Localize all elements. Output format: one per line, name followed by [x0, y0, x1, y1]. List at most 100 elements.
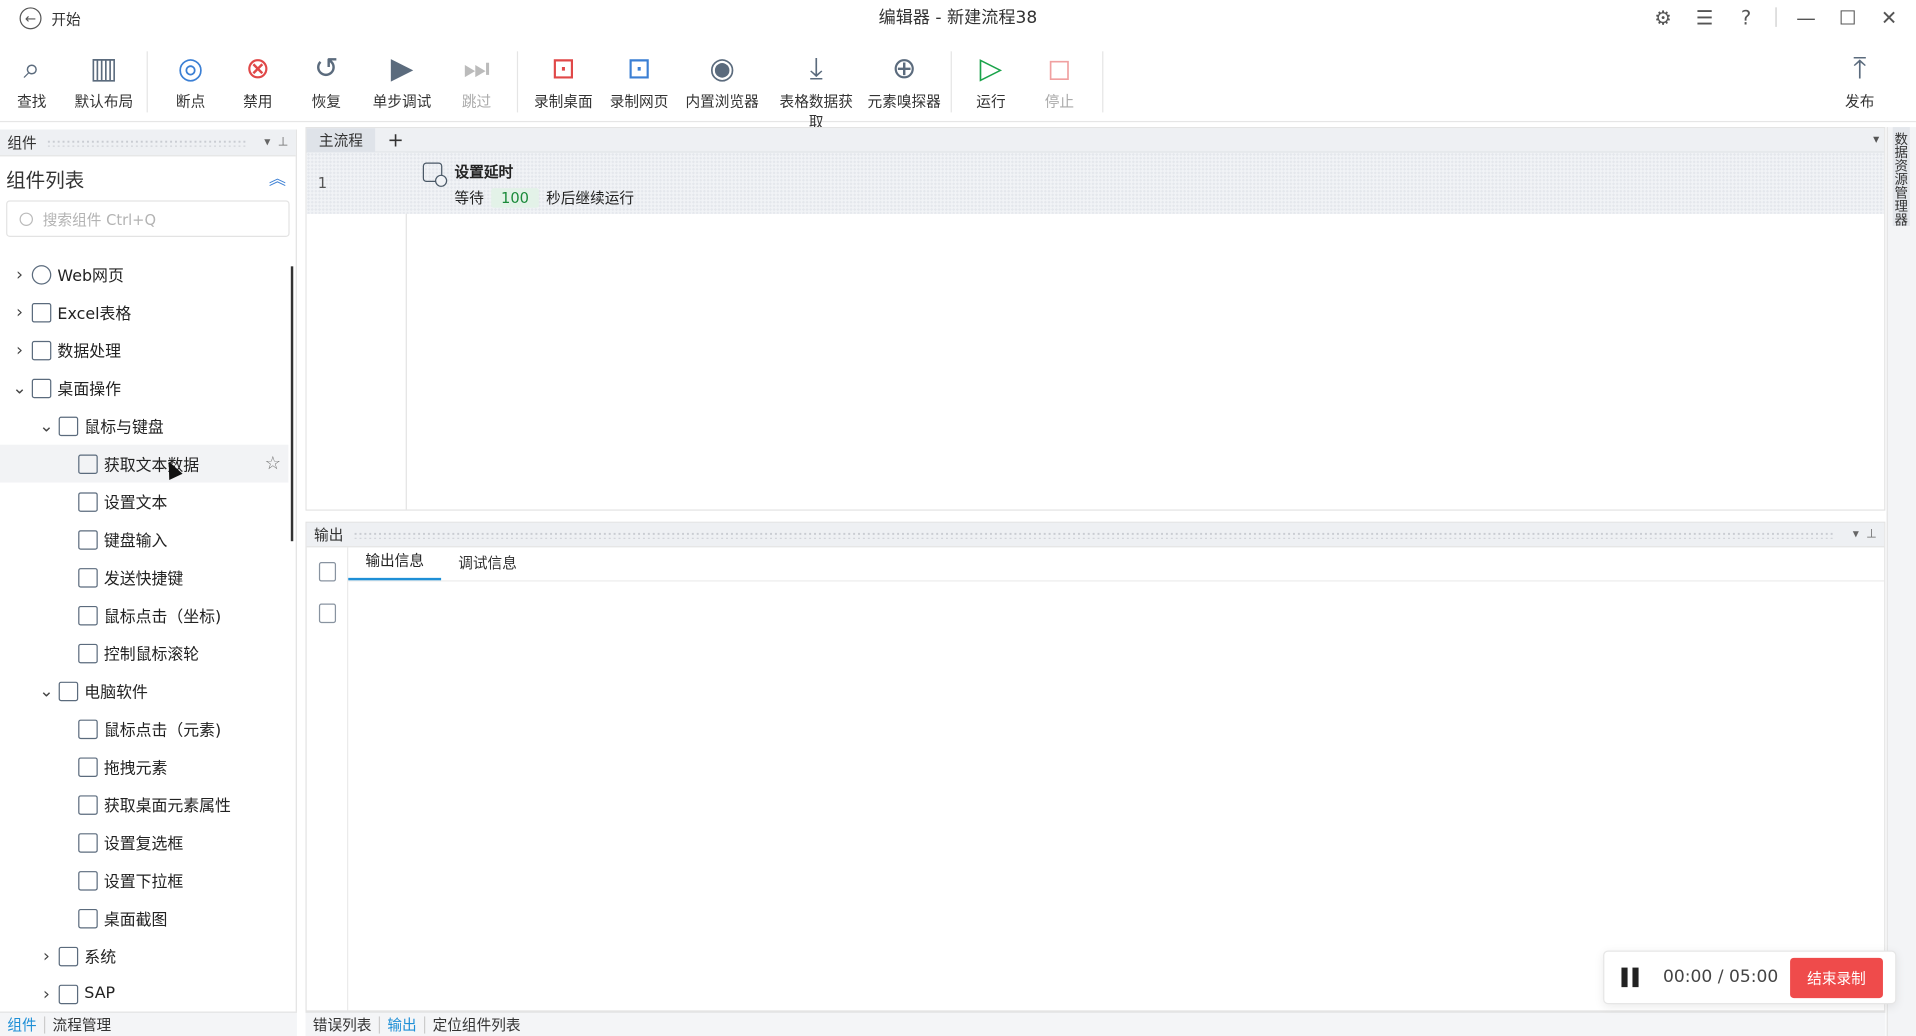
close-icon[interactable]: ✕ [1877, 5, 1901, 29]
output-sidebar [307, 547, 349, 1011]
component-list-label: 组件列表 [6, 168, 85, 192]
flow-step-row[interactable]: 1 设置延时 等待 100 秒后继续运行 [306, 152, 1885, 214]
tree-item[interactable]: 控制鼠标滚轮 [0, 634, 288, 672]
component-icon [78, 491, 98, 512]
tab-output-0[interactable]: 输出信息 [348, 550, 442, 581]
toolbar-stop-label: 停止 [1044, 92, 1075, 110]
tree-item[interactable]: › Excel表格 [0, 293, 288, 331]
play-icon: ▷ [979, 51, 1003, 86]
editor-tabs: 主流程 + ▾ [306, 127, 1885, 153]
chevron-down-icon[interactable]: ▾ [264, 136, 270, 149]
output-bottom-tabs: 错误列表 输出 定位组件列表 [305, 1011, 1886, 1036]
tree-item[interactable]: ⌄ 桌面操作 [0, 369, 288, 407]
drag-grip[interactable] [46, 138, 248, 146]
chevron-down-icon[interactable]: ▾ [1873, 133, 1879, 146]
chevron-down-icon[interactable]: ⌄ [39, 681, 54, 701]
tree-item[interactable]: 设置下拉框 [0, 861, 288, 899]
favorite-star-icon[interactable]: ☆ [265, 452, 281, 474]
toolbar-stop-button[interactable]: ◻ 停止 [1020, 51, 1098, 111]
tab-left-bottom-1[interactable]: 流程管理 [45, 1012, 118, 1036]
tree-item[interactable]: 鼠标点击（元素) [0, 710, 288, 748]
chevron-right-icon[interactable]: › [12, 264, 27, 284]
toolbar-divider [146, 51, 148, 113]
export-log-icon[interactable] [318, 561, 336, 582]
tree-item[interactable]: › 系统 [0, 937, 288, 975]
toolbar-layout-button[interactable]: ▥ 默认布局 [65, 51, 143, 111]
tree-item[interactable]: 发送快捷键 [0, 558, 288, 596]
chevron-down-icon[interactable]: ⌄ [12, 378, 27, 398]
sliders-icon[interactable]: ☰ [1692, 5, 1716, 29]
tree-item[interactable]: ⌄ 电脑软件 [0, 672, 288, 710]
tree-item[interactable]: 设置复选框 [0, 823, 288, 861]
tree-item[interactable]: › Web网页 [0, 255, 288, 293]
chevron-down-icon[interactable]: ⌄ [39, 416, 54, 436]
pin-icon[interactable]: ⊥ [1866, 528, 1877, 541]
chevron-right-icon[interactable]: › [39, 946, 54, 966]
tab-left-bottom-0[interactable]: 组件 [0, 1012, 44, 1036]
recording-widget: 00:00 / 05:00 结束录制 [1603, 950, 1897, 1005]
tree-item[interactable]: 桌面截图 [0, 899, 288, 937]
toolbar-skip-button[interactable]: ⏭ 跳过 [437, 51, 515, 111]
toolbar-step-button[interactable]: ▶ 单步调试 [363, 51, 441, 111]
chevron-right-icon[interactable]: › [12, 340, 27, 360]
tree-item[interactable]: 设置文本 [0, 483, 288, 521]
tree-item[interactable]: 键盘输入 [0, 520, 288, 558]
output-header-label: 输出 [314, 526, 344, 544]
minimize-icon[interactable]: — [1794, 5, 1818, 29]
tree-item-label: SAP [84, 984, 116, 1004]
add-tab-icon[interactable]: + [387, 128, 403, 151]
toolbar-layout-label: 默认布局 [74, 92, 134, 110]
delay-value[interactable]: 100 [491, 187, 539, 208]
tree-item-label: Web网页 [57, 267, 124, 286]
toolbar-run-button[interactable]: ▷ 运行 [952, 51, 1030, 111]
trash-icon[interactable] [318, 603, 336, 624]
tab-output-1[interactable]: 调试信息 [441, 552, 534, 580]
data-resource-manager-tab[interactable]: 数据资源管理器 [1892, 127, 1910, 227]
search-placeholder: 搜索组件 Ctrl+Q [42, 210, 157, 228]
toolbar-publish-button[interactable]: ⤒ 发布 [1821, 51, 1899, 111]
toolbar-table-button[interactable]: ⤓ 表格数据获取 [777, 51, 855, 132]
tree-item-label: 设置下拉框 [103, 873, 184, 892]
component-icon [78, 832, 98, 853]
chevron-right-icon[interactable]: › [12, 302, 27, 322]
tab-main-flow[interactable]: 主流程 [306, 127, 376, 153]
settings-gear-icon[interactable]: ⚙ [1651, 5, 1675, 29]
tree-item[interactable]: › SAP [0, 975, 288, 1013]
help-icon[interactable]: ? [1734, 5, 1758, 29]
output-panel-header: 输出 ▾ ⊥ [306, 522, 1885, 548]
toolbar-run-label: 运行 [976, 92, 1006, 110]
tab-output-bottom-2[interactable]: 定位组件列表 [425, 1012, 528, 1036]
component-icon [78, 908, 98, 928]
component-icon [78, 567, 98, 588]
right-side-rail: 数据资源管理器 [1886, 127, 1916, 1036]
drag-grip[interactable] [353, 530, 1836, 539]
pin-icon[interactable]: ⊥ [278, 136, 289, 149]
pause-icon[interactable] [1621, 967, 1641, 988]
collapse-up-icon[interactable]: ︽ [269, 166, 286, 190]
tree-item[interactable]: 拖拽元素 [0, 748, 288, 786]
record-desktop-icon: ⊡ [551, 51, 576, 86]
breakpoint-icon: ◎ [177, 51, 204, 86]
toolbar-find-button[interactable]: ⌕ 查找 [0, 51, 71, 111]
maximize-icon[interactable]: ☐ [1835, 5, 1859, 29]
toolbar-restore-button[interactable]: ↺ 恢复 [287, 51, 365, 111]
end-recording-button[interactable]: 结束录制 [1790, 957, 1883, 998]
tree-item[interactable]: ⌄ 鼠标与键盘 [0, 407, 288, 445]
toolbar-browser-button[interactable]: ◉ 内置浏览器 [683, 51, 761, 111]
tree-item[interactable]: 鼠标点击（坐标) [0, 596, 288, 634]
component-search-input[interactable]: 搜索组件 Ctrl+Q [6, 200, 290, 238]
chevron-right-icon[interactable]: › [39, 984, 54, 1004]
tree-item[interactable]: › 数据处理 [0, 331, 288, 369]
toolbar-sniffer-button[interactable]: ⊕ 元素嗅探器 [865, 51, 943, 111]
toolbar-disable-button[interactable]: ⊗ 禁用 [219, 51, 297, 111]
scrollbar[interactable] [290, 266, 294, 542]
tree-item[interactable]: 获取文本数据 ☆ [0, 444, 289, 483]
component-icon [58, 946, 79, 966]
tree-item[interactable]: 获取桌面元素属性 [0, 786, 288, 824]
component-icon [58, 681, 79, 701]
tab-output-bottom-0[interactable]: 错误列表 [305, 1012, 378, 1036]
toolbar-rec-web-button[interactable]: ⊡ 录制网页 [600, 51, 678, 111]
toolbar-rec-desktop-button[interactable]: ⊡ 录制桌面 [524, 51, 602, 111]
tab-output-bottom-1[interactable]: 输出 [380, 1012, 424, 1036]
chevron-down-icon[interactable]: ▾ [1853, 528, 1859, 541]
